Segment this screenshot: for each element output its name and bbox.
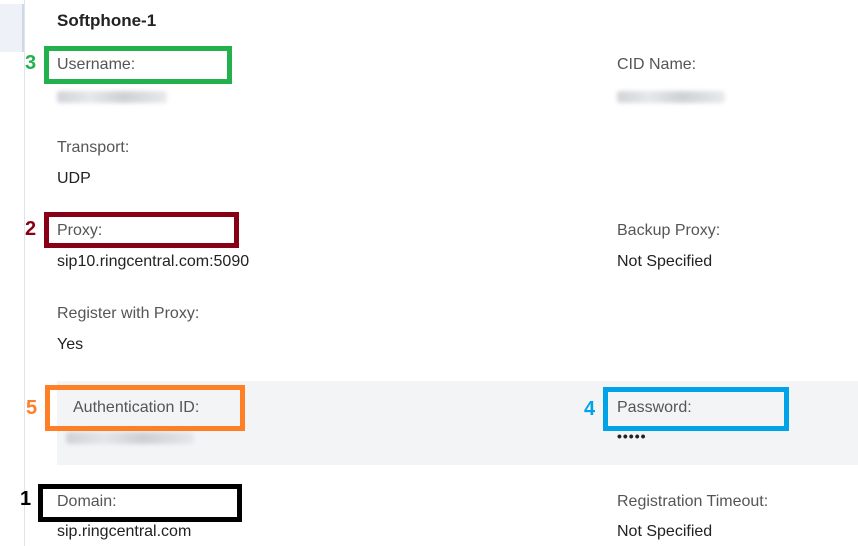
proxy-value: sip10.ringcentral.com:5090: [57, 253, 250, 270]
password-annotation-number: 4: [584, 398, 596, 420]
backup-proxy-label: Backup Proxy:: [617, 222, 721, 239]
page-title: Softphone-1: [57, 11, 157, 30]
backup-proxy-value: Not Specified: [617, 253, 713, 270]
domain-annotation-number: 1: [20, 488, 32, 510]
domain-value: sip.ringcentral.com: [57, 523, 192, 540]
username-value-redacted: [57, 91, 167, 103]
username-highlight-box: [44, 46, 232, 84]
left-rail: [0, 0, 25, 546]
register-with-proxy-value: Yes: [57, 336, 84, 353]
authentication-id-annotation-number: 5: [26, 397, 38, 419]
transport-value: UDP: [57, 170, 91, 187]
domain-highlight-box: [38, 484, 242, 522]
registration-timeout-value: Not Specified: [617, 523, 713, 540]
authentication-id-highlight-box: [45, 385, 245, 431]
username-annotation-number: 3: [25, 52, 37, 74]
cid-name-label: CID Name:: [617, 56, 697, 73]
transport-label: Transport:: [57, 139, 130, 156]
cid-name-value-redacted: [617, 91, 725, 103]
proxy-annotation-number: 2: [25, 218, 37, 240]
proxy-highlight-box: [44, 212, 239, 248]
registration-timeout-label: Registration Timeout:: [617, 493, 769, 510]
password-highlight-box: [603, 387, 789, 431]
authentication-id-value-redacted: [66, 432, 194, 444]
rail-tab[interactable]: [0, 4, 24, 52]
register-with-proxy-label: Register with Proxy:: [57, 305, 200, 322]
